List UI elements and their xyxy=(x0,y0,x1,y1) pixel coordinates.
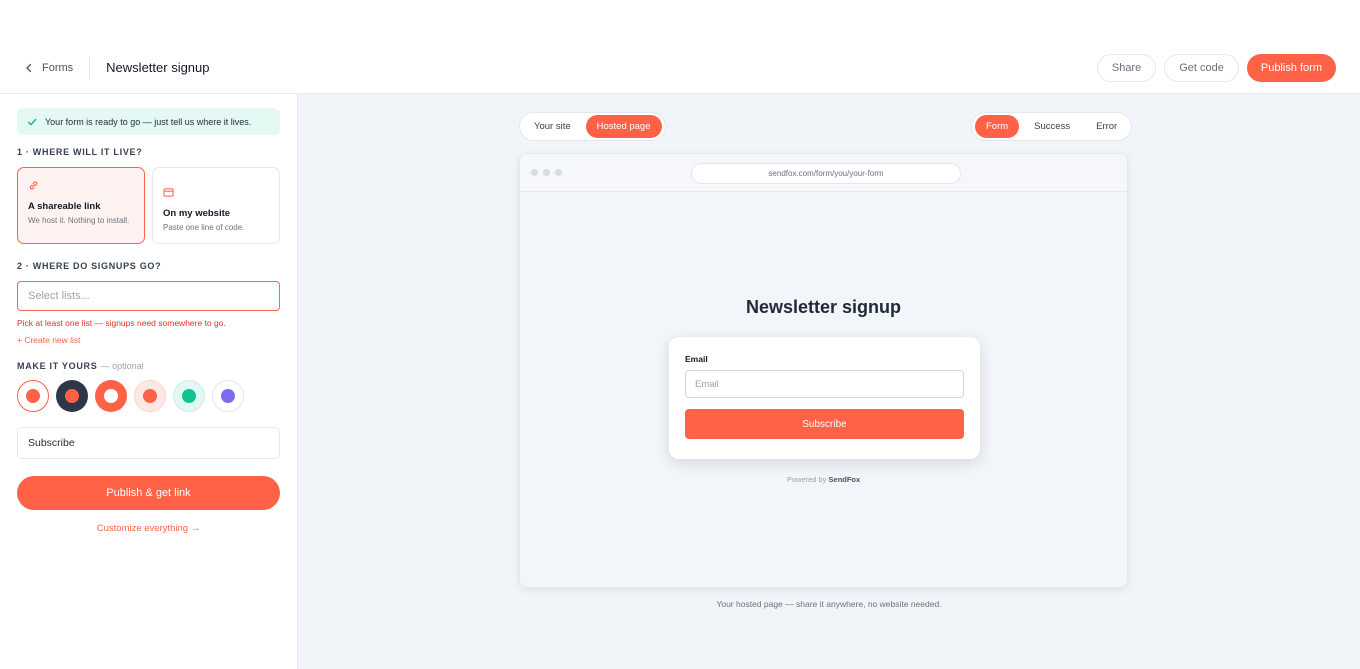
lists-error-message: Pick at least one list — signups need so… xyxy=(17,318,226,328)
powered-by: Powered by SendFox xyxy=(520,475,1127,484)
preview-caption: Your hosted page — share it anywhere, no… xyxy=(716,599,942,609)
color-swatches xyxy=(17,380,280,412)
header-actions: Share Get code Publish form xyxy=(1096,53,1336,82)
subscribe-button[interactable]: Subscribe xyxy=(685,409,964,439)
back-label: Forms xyxy=(42,61,74,74)
option-website-title: On my website xyxy=(163,208,231,219)
button-text-input[interactable]: Subscribe xyxy=(17,427,280,459)
option-shareable-link[interactable]: A shareable link We host it. Nothing to … xyxy=(17,167,145,244)
tab-form[interactable]: Form xyxy=(975,115,1020,138)
tab-hosted-page[interactable]: Hosted page xyxy=(585,115,662,138)
share-button[interactable]: Share xyxy=(1096,53,1157,82)
option-on-my-website[interactable]: On my website Paste one line of code. xyxy=(152,167,280,244)
swatch-dot xyxy=(104,389,118,403)
browser-window-icon xyxy=(163,188,174,197)
swatch-dot xyxy=(221,389,235,403)
section-make-it-yours: MAKE IT YOURS — optional xyxy=(17,361,280,371)
section-where-live: 1 · WHERE WILL IT LIVE? xyxy=(17,147,143,157)
publish-get-link-button[interactable]: Publish & get link xyxy=(17,476,280,510)
section-signups-go: 2 · WHERE DO SIGNUPS GO? xyxy=(17,261,162,271)
swatch-coral-soft[interactable] xyxy=(134,380,166,412)
swatch-coral-solid[interactable] xyxy=(95,380,127,412)
url-bar: sendfox.com/form/you/your-form xyxy=(691,163,961,184)
link-icon xyxy=(29,181,38,190)
swatch-green[interactable] xyxy=(173,380,205,412)
chevron-left-icon xyxy=(26,63,32,72)
page-title: Newsletter signup xyxy=(106,60,210,75)
option-link-subtitle: We host it. Nothing to install. xyxy=(28,216,130,225)
check-icon xyxy=(27,118,37,125)
swatch-purple[interactable] xyxy=(212,380,244,412)
swatch-dark[interactable] xyxy=(56,380,88,412)
browser-chrome: sendfox.com/form/you/your-form xyxy=(520,154,1127,192)
settings-sidebar: Your form is ready to go — just tell us … xyxy=(0,94,298,669)
top-bar: Forms Newsletter signup Share Get code P… xyxy=(0,42,1360,94)
optional-label: — optional xyxy=(100,361,144,371)
notice-text: Your form is ready to go — just tell us … xyxy=(45,116,252,127)
swatch-dot xyxy=(182,389,196,403)
powered-prefix: Powered by xyxy=(786,475,827,484)
customize-everything-link[interactable]: Customize everything → xyxy=(17,523,280,534)
tab-your-site[interactable]: Your site xyxy=(523,115,582,138)
ready-notice: Your form is ready to go — just tell us … xyxy=(17,108,280,135)
publish-form-button[interactable]: Publish form xyxy=(1246,53,1336,82)
option-website-subtitle: Paste one line of code. xyxy=(163,223,245,232)
window-dots xyxy=(531,169,562,176)
back-to-forms-link[interactable]: Forms xyxy=(24,56,91,79)
option-link-title: A shareable link xyxy=(28,201,101,212)
email-label: Email xyxy=(685,354,708,364)
tab-success[interactable]: Success xyxy=(1023,115,1081,138)
swatch-dot xyxy=(65,389,79,403)
swatch-dot xyxy=(26,389,40,403)
swatch-dot xyxy=(143,389,157,403)
get-code-button[interactable]: Get code xyxy=(1164,53,1239,82)
hosting-options: A shareable link We host it. Nothing to … xyxy=(17,167,280,244)
form-title: Newsletter signup xyxy=(745,297,902,317)
swatch-coral-outline[interactable] xyxy=(17,380,49,412)
tab-error[interactable]: Error xyxy=(1085,115,1128,138)
signup-form-card: Email Email Subscribe xyxy=(669,337,980,459)
lists-select[interactable]: Select lists... xyxy=(17,281,280,311)
create-new-list-link[interactable]: + Create new list xyxy=(17,335,280,345)
browser-preview: sendfox.com/form/you/your-form Newslette… xyxy=(519,153,1128,588)
preview-area: Your site Hosted page Form Success Error… xyxy=(298,94,1360,669)
view-toggle: Your site Hosted page xyxy=(519,112,666,141)
email-input[interactable]: Email xyxy=(685,370,964,398)
powered-brand: SendFox xyxy=(828,475,861,484)
state-toggle: Form Success Error xyxy=(971,112,1133,141)
section-make-it-yours-label: MAKE IT YOURS xyxy=(17,361,98,371)
